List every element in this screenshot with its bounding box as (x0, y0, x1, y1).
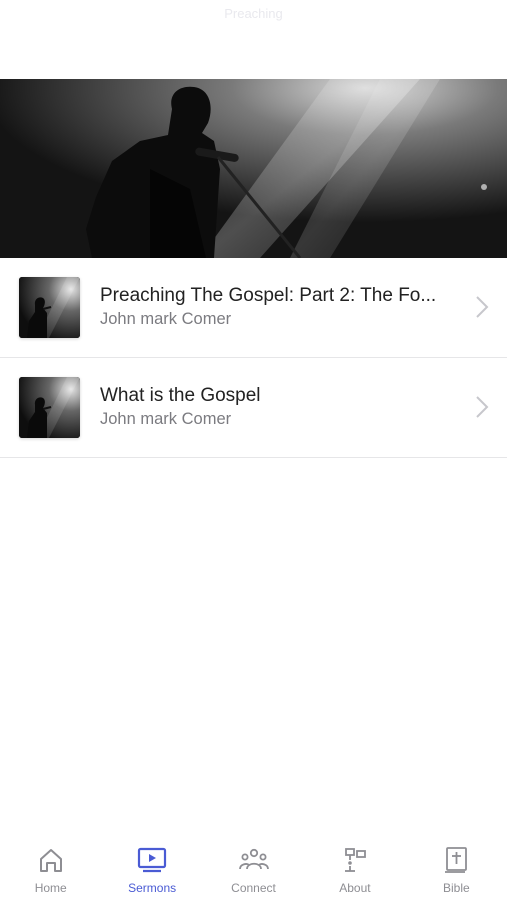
sermon-list: Preaching The Gospel: Part 2: The Fo... … (0, 258, 507, 458)
home-icon (39, 849, 62, 872)
header-title: Preaching (224, 6, 283, 21)
tab-label: Bible (442, 881, 470, 895)
sermons-screen: Preaching Preaching The Gospel: Part 2: … (0, 0, 507, 900)
tab-label: Home (34, 881, 67, 895)
bottom-tab-bar: Home Sermons Connect About Bible (0, 838, 507, 900)
sermon-title: What is the Gospel (100, 385, 261, 406)
list-item[interactable]: What is the Gospel John mark Comer (0, 358, 507, 458)
chevron-right-icon (476, 396, 489, 418)
tab-label: Sermons (128, 881, 177, 895)
chevron-right-icon (476, 296, 489, 318)
bible-icon (445, 847, 468, 873)
sermon-thumbnail (19, 277, 80, 338)
tab-connect[interactable]: Connect (203, 838, 304, 900)
sermon-speaker: John mark Comer (100, 310, 232, 328)
tab-sermons[interactable]: Sermons (101, 838, 202, 900)
people-icon (238, 848, 269, 870)
tab-label: Connect (231, 881, 276, 895)
tab-home[interactable]: Home (0, 838, 101, 900)
list-item[interactable]: Preaching The Gospel: Part 2: The Fo... … (0, 258, 507, 358)
tab-bible[interactable]: Bible (406, 838, 507, 900)
tab-about[interactable]: About (304, 838, 405, 900)
sermon-thumbnail (19, 377, 80, 438)
sermon-speaker: John mark Comer (100, 410, 232, 428)
tab-label: About (339, 881, 371, 895)
top-header: Preaching (0, 0, 507, 79)
signpost-icon (344, 848, 366, 872)
hero-banner-image (0, 79, 507, 258)
sermon-title: Preaching The Gospel: Part 2: The Fo... (100, 285, 437, 306)
video-play-icon (138, 847, 167, 873)
